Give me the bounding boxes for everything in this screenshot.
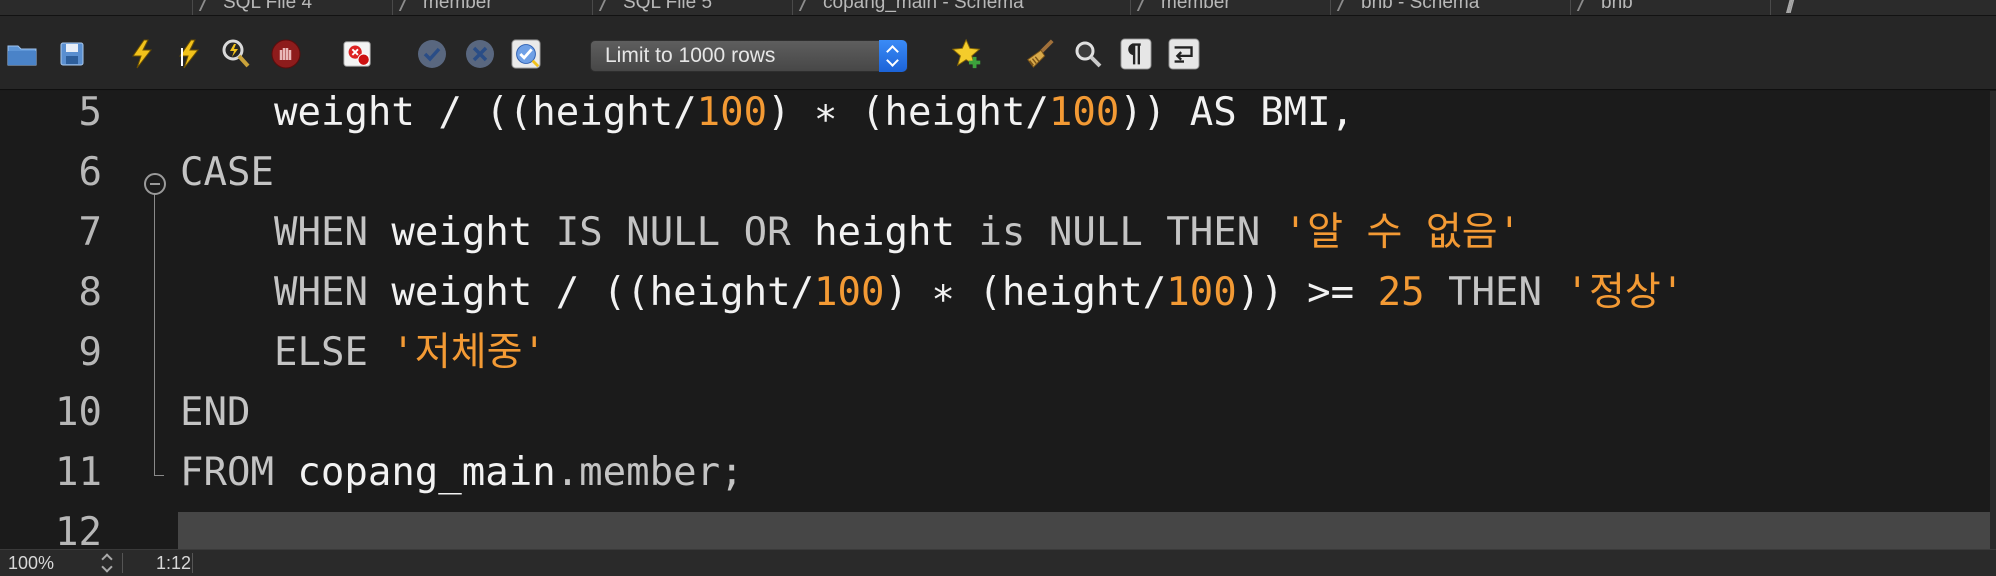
status-bar: 100% 1:12 — [0, 549, 1996, 576]
tab-member-2[interactable]: member — [1130, 0, 1330, 15]
code-token: ) ∗ (height/ — [884, 270, 1167, 315]
current-line-highlight — [178, 512, 1990, 549]
tab-label: bnb — [1601, 0, 1633, 13]
code-token: weight / ((height/ — [391, 270, 815, 315]
code-identifier: copang_main — [297, 450, 556, 495]
limit-rows-value: Limit to 1000 rows — [605, 44, 776, 67]
line-number: 11 — [55, 450, 102, 495]
lightning-icon[interactable] — [126, 38, 158, 70]
code-number: 25 — [1377, 270, 1425, 315]
fold-guide-end — [154, 475, 164, 476]
stop-on-error-icon[interactable] — [342, 38, 374, 70]
code-number: 100 — [1048, 91, 1120, 135]
code-token: weight / ((height/ — [274, 91, 697, 135]
line-number: 8 — [78, 270, 102, 315]
code-line-5: weight / ((height/100) ∗ (height/100)) A… — [274, 91, 1354, 143]
pilcrow-icon[interactable] — [1120, 38, 1152, 70]
autocommit-icon[interactable] — [510, 38, 542, 70]
vertical-scrollbar[interactable] — [1990, 91, 1996, 549]
line-number: 7 — [78, 210, 102, 255]
tab-file-icon — [198, 0, 222, 11]
line-number: 6 — [78, 150, 102, 195]
code-string: '정상' — [1565, 270, 1685, 315]
stop-hand-icon[interactable] — [270, 38, 302, 70]
tab-schema-icon — [798, 0, 822, 11]
fold-collapse-icon[interactable] — [144, 173, 166, 195]
chevron-up-down-icon — [879, 40, 907, 72]
cursor-position: 1:12 — [156, 553, 192, 573]
tab-table-icon — [1576, 0, 1600, 11]
code-number: 100 — [1166, 270, 1237, 315]
code-identifier: .member; — [555, 450, 744, 495]
tab-label: SQL File 4 — [223, 0, 313, 13]
tab-member[interactable]: member — [392, 0, 592, 15]
code-keyword: CASE — [180, 150, 274, 195]
line-number: 9 — [78, 330, 102, 375]
code-keyword: is NULL THEN — [978, 210, 1261, 255]
code-identifier: weight — [391, 210, 533, 255]
code-keyword: THEN — [1448, 270, 1542, 315]
broom-icon[interactable] — [1024, 38, 1056, 70]
code-number: 100 — [814, 270, 885, 315]
line-number: 12 — [55, 510, 102, 549]
tab-overflow-area — [1770, 0, 1996, 15]
wrap-icon[interactable] — [1168, 38, 1200, 70]
magnifier-lightning-icon[interactable] — [220, 38, 252, 70]
save-icon[interactable] — [56, 38, 88, 70]
tab-sql-file-4[interactable]: SQL File 4 — [192, 0, 392, 15]
search-icon[interactable] — [1072, 38, 1104, 70]
lightning-cursor-icon[interactable] — [172, 38, 204, 70]
code-keyword: IS NULL OR — [555, 210, 791, 255]
folder-icon[interactable] — [6, 38, 38, 70]
tab-copang-main-schema[interactable]: copang_main - Schema — [792, 0, 1130, 15]
code-line-11: FROM copang_main.member; — [180, 443, 744, 503]
tab-sql-file-5[interactable]: SQL File 5 — [592, 0, 792, 15]
limit-rows-select[interactable]: Limit to 1000 rows — [590, 40, 908, 72]
tab-bnb-schema[interactable]: bnb - Schema — [1330, 0, 1570, 15]
code-line-6: CASE — [180, 143, 274, 203]
tab-label: copang_main - Schema — [823, 0, 1024, 13]
sql-editor[interactable]: 5 6 7 8 9 10 11 12 weight / ((height/100… — [0, 91, 1990, 549]
tab-label: bnb - Schema — [1361, 0, 1480, 13]
code-line-10: END — [180, 383, 250, 443]
tab-bnb[interactable]: bnb — [1570, 0, 1770, 15]
tab-table-icon — [1136, 0, 1160, 11]
code-string: '저체중' — [391, 330, 547, 375]
code-token: )) >= — [1236, 270, 1355, 315]
code-keyword: FROM — [180, 450, 274, 495]
code-line-9: ELSE '저체중' — [274, 323, 546, 383]
sql-editor-toolbar: Limit to 1000 rows — [0, 16, 1996, 90]
tab-overflow-icon[interactable]: /// — [1786, 0, 1794, 15]
status-divider — [122, 553, 123, 573]
x-icon[interactable] — [464, 38, 496, 70]
code-string: '알 수 없음' — [1283, 210, 1522, 255]
line-number: 10 — [55, 390, 102, 435]
code-identifier: height — [814, 210, 955, 255]
tab-file-icon — [598, 0, 622, 11]
code-line-8: WHEN weight / ((height/100) ∗ (height/10… — [274, 263, 1684, 323]
tab-label: member — [423, 0, 493, 13]
zoom-level: 100% — [8, 553, 55, 573]
code-token: )) AS BMI, — [1119, 91, 1355, 135]
zoom-stepper-icon[interactable] — [100, 553, 114, 573]
code-number: 100 — [696, 91, 768, 135]
tab-schema-icon — [1336, 0, 1360, 11]
tab-label: member — [1161, 0, 1231, 13]
tab-table-icon — [398, 0, 422, 11]
code-keyword: WHEN — [274, 210, 368, 255]
check-icon[interactable] — [416, 38, 448, 70]
fold-guide-line — [154, 191, 155, 475]
status-divider — [192, 553, 193, 573]
code-token: ) ∗ (height/ — [767, 91, 1049, 135]
code-keyword: END — [180, 390, 251, 435]
code-keyword: ELSE — [274, 330, 368, 375]
code-keyword: WHEN — [274, 270, 368, 315]
code-line-7: WHEN weight IS NULL OR height is NULL TH… — [274, 203, 1521, 263]
line-number: 5 — [78, 91, 102, 135]
tab-label: SQL File 5 — [623, 0, 713, 13]
tab-bar: SQL File 4 member SQL File 5 copang_main… — [0, 0, 1996, 16]
star-plus-icon[interactable] — [952, 38, 984, 70]
